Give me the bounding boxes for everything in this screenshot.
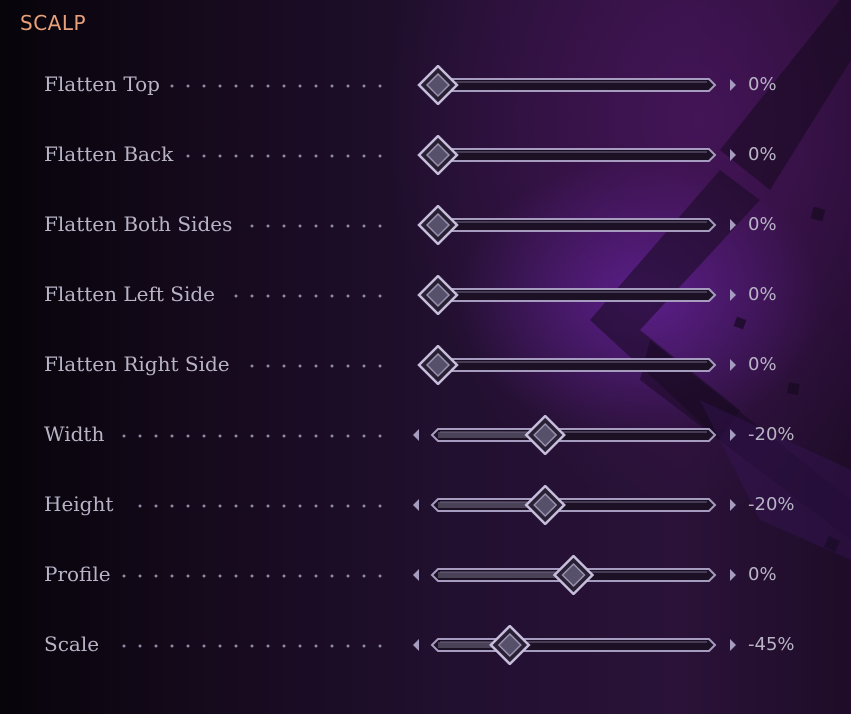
arrow-right-icon[interactable] — [730, 569, 736, 581]
slider-row: Flatten Both Sides 0% — [0, 205, 851, 245]
dotted-leader — [116, 434, 388, 438]
diamond-knob-icon[interactable] — [524, 415, 566, 455]
arrow-right-icon[interactable] — [730, 149, 736, 161]
arrow-left-icon[interactable] — [413, 639, 419, 651]
slider-value: 0% — [748, 144, 777, 165]
slider-row: Flatten Back 0% — [0, 135, 851, 175]
diamond-knob-icon[interactable] — [417, 275, 459, 315]
slider-row: Scale -45% — [0, 625, 851, 665]
diamond-knob-icon[interactable] — [417, 345, 459, 385]
slider-control[interactable] — [410, 205, 745, 245]
diamond-knob-icon[interactable] — [417, 65, 459, 105]
slider-control[interactable] — [410, 555, 745, 595]
slider-control[interactable] — [410, 345, 745, 385]
slider-track[interactable] — [430, 358, 717, 372]
arrow-right-icon[interactable] — [730, 359, 736, 371]
diamond-knob-icon[interactable] — [552, 555, 595, 595]
slider-row: Flatten Top 0% — [0, 65, 851, 105]
arrow-right-icon[interactable] — [730, 289, 736, 301]
arrow-right-icon[interactable] — [730, 499, 736, 511]
slider-label: Width — [44, 422, 105, 446]
slider-value: 0% — [748, 354, 777, 375]
dotted-leader — [180, 154, 388, 158]
slider-control[interactable] — [410, 65, 745, 105]
diamond-knob-icon[interactable] — [489, 625, 531, 665]
dotted-leader — [164, 84, 388, 88]
slider-track[interactable] — [430, 78, 717, 92]
slider-label: Flatten Left Side — [44, 282, 215, 306]
slider-value: 0% — [748, 74, 777, 95]
slider-label: Flatten Right Side — [44, 352, 230, 376]
dotted-leader — [244, 224, 388, 228]
slider-track[interactable] — [430, 148, 717, 162]
slider-control[interactable] — [410, 415, 745, 455]
slider-control[interactable] — [410, 275, 745, 315]
slider-value: -20% — [748, 494, 795, 515]
slider-label: Flatten Top — [44, 72, 160, 96]
slider-track[interactable] — [430, 218, 717, 232]
slider-label: Scale — [44, 632, 100, 656]
diamond-knob-icon[interactable] — [417, 135, 459, 175]
section-title: SCALP — [20, 11, 87, 35]
arrow-right-icon[interactable] — [730, 79, 736, 91]
slider-value: -20% — [748, 424, 795, 445]
arrow-right-icon[interactable] — [730, 639, 736, 651]
arrow-left-icon[interactable] — [413, 429, 419, 441]
dotted-leader — [116, 574, 388, 578]
slider-control[interactable] — [410, 135, 745, 175]
arrow-left-icon[interactable] — [413, 569, 419, 581]
slider-value: 0% — [748, 284, 777, 305]
arrow-right-icon[interactable] — [730, 219, 736, 231]
slider-label: Flatten Back — [44, 142, 174, 166]
slider-row: Height -20% — [0, 485, 851, 525]
slider-track[interactable] — [430, 288, 717, 302]
arrow-left-icon[interactable] — [413, 499, 419, 511]
slider-label: Height — [44, 492, 114, 516]
dotted-leader — [116, 644, 388, 648]
dotted-leader — [132, 504, 388, 508]
diamond-knob-icon[interactable] — [524, 485, 566, 525]
slider-control[interactable] — [410, 625, 745, 665]
dotted-leader — [244, 364, 388, 368]
slider-row: Width -20% — [0, 415, 851, 455]
slider-row: Flatten Right Side 0% — [0, 345, 851, 385]
diamond-knob-icon[interactable] — [417, 205, 459, 245]
slider-label: Profile — [44, 562, 111, 586]
slider-row: Profile 0% — [0, 555, 851, 595]
slider-value: 0% — [748, 564, 777, 585]
slider-value: -45% — [748, 634, 795, 655]
dotted-leader — [228, 294, 388, 298]
slider-row: Flatten Left Side 0% — [0, 275, 851, 315]
slider-label: Flatten Both Sides — [44, 212, 233, 236]
slider-value: 0% — [748, 214, 777, 235]
slider-control[interactable] — [410, 485, 745, 525]
arrow-right-icon[interactable] — [730, 429, 736, 441]
